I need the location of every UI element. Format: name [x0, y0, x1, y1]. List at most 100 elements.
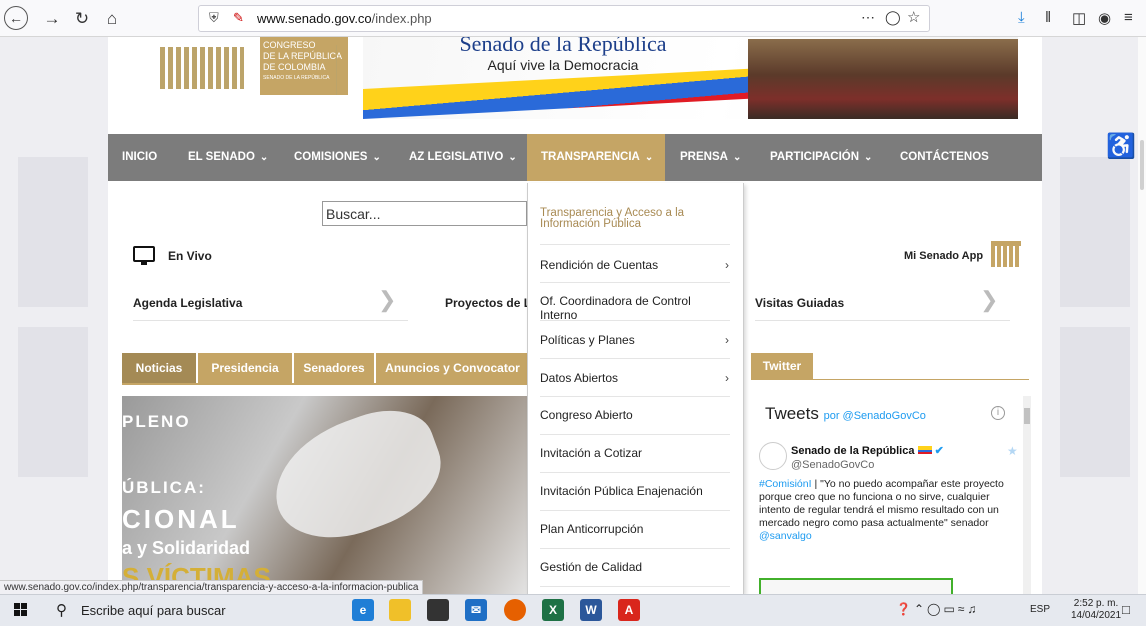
tab-senadores[interactable]: Senadores	[294, 353, 374, 384]
tweet-author-handle[interactable]: @SenadoGovCo	[791, 459, 874, 471]
menu-item-az-legislativo[interactable]: AZ LEGISLATIVO ⌄	[409, 134, 517, 181]
menu-item-inicio[interactable]: INICIO	[122, 134, 157, 181]
divider	[540, 244, 730, 245]
wifi-icon[interactable]: ≈	[958, 602, 968, 616]
avatar[interactable]	[759, 442, 787, 470]
dropdown-item-politicas-planes[interactable]: Políticas y Planes ›	[540, 333, 729, 347]
chevron-down-icon: ⌄	[864, 152, 873, 163]
divider	[540, 396, 730, 397]
sidebar-icon[interactable]: ◫	[1072, 9, 1086, 27]
more-icon[interactable]: ⋯	[861, 9, 875, 26]
page-scrollbar[interactable]	[1138, 37, 1146, 594]
chevron-right-icon[interactable]: ❯	[980, 287, 998, 313]
dropdown-item-congreso-abierto[interactable]: Congreso Abierto	[540, 408, 728, 422]
system-tray[interactable]: ❓⌃◯▭≈♫	[896, 602, 979, 616]
monitor-icon[interactable]	[133, 246, 155, 265]
chevron-up-icon[interactable]: ⌃	[914, 602, 927, 616]
home-icon[interactable]: ⌂	[100, 6, 124, 30]
url-text[interactable]: www.senado.gov.co/index.php	[257, 11, 432, 26]
divider	[540, 510, 730, 511]
visitas-guiadas-link[interactable]: Visitas Guiadas	[755, 296, 844, 310]
search-icon[interactable]: ⚲	[56, 601, 67, 619]
menu-item-contactenos[interactable]: CONTÁCTENOS	[900, 134, 989, 181]
mi-senado-app-link[interactable]: Mi Senado App	[904, 250, 983, 262]
chevron-right-icon[interactable]: ❯	[378, 287, 396, 313]
page-scrollbar-thumb[interactable]	[1140, 140, 1144, 190]
volume-icon[interactable]: ♫	[967, 602, 979, 616]
dropdown-item-control-interno[interactable]: Of. Coordinadora de Control Interno	[540, 294, 728, 322]
language-indicator[interactable]: ESP	[1030, 604, 1050, 615]
mail-icon[interactable]: ✉	[465, 599, 487, 621]
capitol-logo-icon	[160, 47, 244, 89]
header-divider	[336, 45, 337, 95]
tab-twitter[interactable]: Twitter	[751, 353, 813, 380]
pocket-icon[interactable]: ◯	[885, 9, 901, 26]
agenda-legislativa-link[interactable]: Agenda Legislativa	[133, 296, 242, 310]
browser-toolbar: ← → ↻ ⌂ ⛨ ✎ www.senado.gov.co/index.php …	[0, 0, 1146, 37]
widget-scrollbar[interactable]	[1023, 396, 1031, 594]
dropdown-item-plan-anticorrupcion[interactable]: Plan Anticorrupción	[540, 522, 728, 536]
dropdown-item-invitacion-enajenacion[interactable]: Invitación Pública Enajenación	[540, 484, 728, 498]
capitol-app-icon[interactable]	[991, 241, 1021, 267]
acrobat-icon[interactable]: A	[618, 599, 640, 621]
dropdown-item-transparencia-acceso[interactable]: Transparencia y Acceso a la Información …	[540, 207, 728, 230]
help-icon[interactable]: ❓	[896, 602, 914, 616]
tweets-by-link[interactable]: por @SenadoGovCo	[824, 410, 926, 422]
transparencia-dropdown: Transparencia y Acceso a la Información …	[527, 183, 744, 594]
excel-icon[interactable]: X	[542, 599, 564, 621]
search-input[interactable]: Buscar...	[322, 201, 527, 226]
file-explorer-icon[interactable]	[389, 599, 411, 621]
twitter-bird-icon[interactable]: ★	[1007, 444, 1018, 458]
clock[interactable]: 2:52 p. m. 14/04/2021	[1071, 598, 1121, 622]
widget-scrollbar-thumb[interactable]	[1024, 408, 1030, 424]
tab-noticias[interactable]: Noticias	[122, 353, 196, 384]
tab-anuncios[interactable]: Anuncios y Convocator	[376, 353, 529, 384]
congress-logo[interactable]: CONGRESO DE LA REPÚBLICA DE COLOMBIA SEN…	[136, 37, 348, 99]
divider	[133, 320, 408, 321]
dropdown-item-invitacion-cotizar[interactable]: Invitación a Cotizar	[540, 446, 728, 460]
word-icon[interactable]: W	[580, 599, 602, 621]
accessibility-icon[interactable]: ♿	[1106, 132, 1136, 161]
menu-item-comisiones[interactable]: COMISIONES ⌄	[294, 134, 381, 181]
download-icon[interactable]: ⤓	[1018, 9, 1025, 26]
info-icon[interactable]: i	[991, 406, 1005, 420]
battery-icon[interactable]: ▭	[943, 602, 957, 616]
proyectos-link[interactable]: Proyectos de L	[445, 296, 531, 310]
library-icon[interactable]: ‖	[1045, 9, 1051, 26]
divider	[540, 472, 730, 473]
menu-item-prensa[interactable]: PRENSA ⌄	[680, 134, 741, 181]
dropdown-item-gestion-calidad[interactable]: Gestión de Calidad	[540, 560, 728, 574]
chevron-right-icon: ›	[725, 258, 729, 272]
url-bar[interactable]: ⛨ ✎ www.senado.gov.co/index.php ⋯ ◯ ☆	[198, 5, 930, 32]
divider	[540, 320, 730, 321]
tab-presidencia[interactable]: Presidencia	[198, 353, 292, 384]
notification-icon[interactable]: □	[1122, 602, 1130, 617]
network-icon[interactable]: ◯	[927, 602, 943, 616]
tweet-author-name[interactable]: Senado de la República ✔	[791, 444, 944, 457]
menu-item-transparencia[interactable]: TRANSPARENCIA ⌄	[527, 134, 665, 181]
menu-item-participacion[interactable]: PARTICIPACIÓN ⌄	[770, 134, 872, 181]
edge-icon[interactable]: e	[352, 599, 374, 621]
en-vivo-link[interactable]: En Vivo	[168, 249, 212, 263]
tab-underline	[751, 379, 1029, 380]
firefox-icon[interactable]	[504, 599, 526, 621]
chevron-down-icon: ⌄	[372, 152, 381, 163]
bookmark-star-icon[interactable]: ☆	[907, 8, 920, 26]
back-icon[interactable]: ←	[4, 6, 28, 30]
shield-icon[interactable]: ⛨	[209, 10, 219, 26]
news-hero-image[interactable]: PLENO ÚBLICA: CIONAL a y Solidaridad S V…	[122, 396, 532, 594]
account-icon[interactable]: ◉	[1098, 9, 1111, 27]
windows-start-icon[interactable]	[14, 603, 28, 617]
dropdown-item-datos-abiertos[interactable]: Datos Abiertos ›	[540, 371, 729, 385]
reload-icon[interactable]: ↻	[70, 6, 94, 30]
menu-item-el-senado[interactable]: EL SENADO ⌄	[188, 134, 268, 181]
store-icon[interactable]	[427, 599, 449, 621]
menu-icon[interactable]: ≡	[1124, 9, 1133, 26]
banner-title: Senado de la República	[459, 37, 667, 56]
chevron-right-icon: ›	[725, 371, 729, 385]
tweet-media[interactable]	[759, 578, 953, 594]
taskbar-search-input[interactable]: Escribe aquí para buscar	[81, 603, 226, 618]
dropdown-item-rendicion-cuentas[interactable]: Rendición de Cuentas ›	[540, 258, 729, 272]
forward-icon[interactable]: →	[40, 6, 64, 30]
chevron-down-icon: ⌄	[508, 152, 517, 163]
